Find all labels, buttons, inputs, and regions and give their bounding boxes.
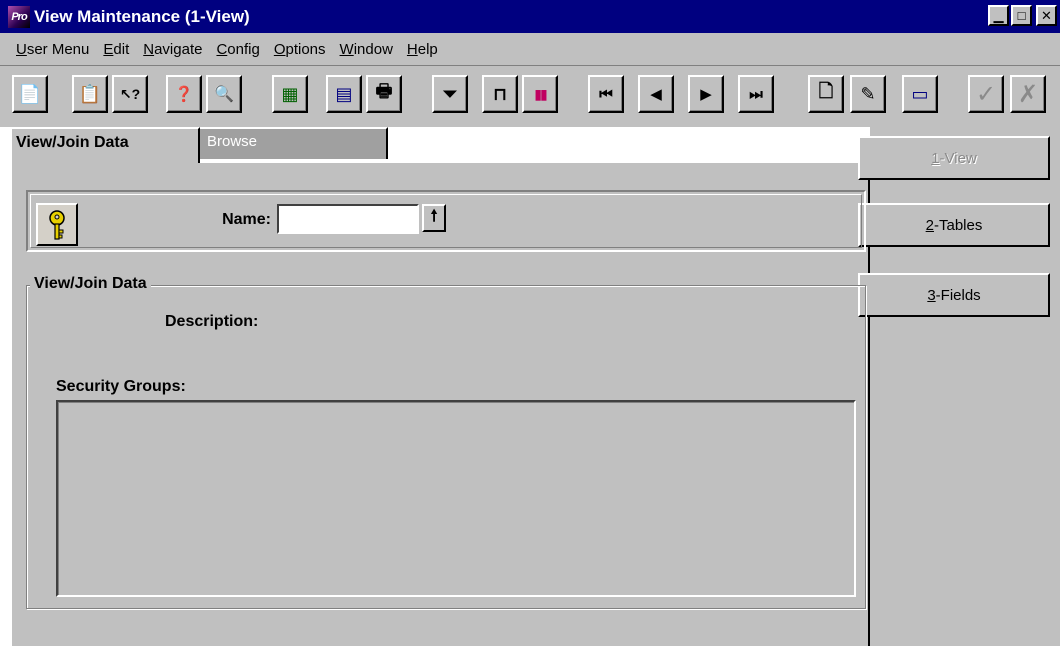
tables-step-label: 2-Tables [925,216,983,234]
menu-options[interactable]: Options [274,41,326,58]
name-lookup-button[interactable]: 🠕 [422,204,446,232]
print-icon: 🖶 [375,81,393,101]
menu-user-menu[interactable]: User Menu [16,41,89,58]
first-record-button[interactable]: ⏮ [588,75,624,113]
tab-browse[interactable]: Browse [198,127,388,159]
edit-record-icon: ✎ [860,83,876,104]
key-section [26,190,866,252]
report-button[interactable]: ⊓ [482,75,518,113]
new-record-icon: 🗋 [818,81,834,101]
help-pointer-button[interactable]: ↖? [112,75,148,113]
cancel-button[interactable]: ✗ [1010,75,1046,113]
save-check-icon: ✓ [975,80,997,108]
security-groups-list[interactable] [56,400,856,597]
key-icon [36,203,78,246]
spreadsheet-icon: ▦ [281,83,299,104]
close-button[interactable]: ✕ [1036,5,1057,26]
group-legend: View/Join Data [30,275,151,293]
paste-button[interactable]: 📋 [72,75,108,113]
cancel-icon: ✗ [1017,80,1039,108]
filter-button[interactable]: ⏷ [432,75,468,113]
fields-step-button[interactable]: 3-Fields [858,273,1050,317]
title-bar: Pro View Maintenance (1-View) [0,0,1060,33]
key-glyph [49,209,65,240]
view-step-button[interactable]: 1-View [858,136,1050,180]
previous-record-button[interactable]: ◀ [638,75,674,113]
context-help-button[interactable]: ❓ [166,75,202,113]
chart-button[interactable]: ▮▮ [522,75,558,113]
copy-icon: 📄 [18,83,42,104]
security-groups-label: Security Groups: [56,378,186,395]
next-record-button[interactable]: ▶ [688,75,724,113]
first-record-icon: ⏮ [599,85,613,103]
tab-view-join-data-label: View/Join Data [16,134,129,151]
menu-bar: User Menu Edit Navigate Config Options W… [0,33,1060,65]
calculator-button[interactable]: ▤ [326,75,362,113]
window-title: View Maintenance (1-View) [34,6,250,26]
help-pointer-icon: ↖? [119,85,141,102]
spellcheck-button[interactable]: 🔍 [206,75,242,113]
description-label: Description: [165,313,259,330]
new-record-button[interactable]: 🗋 [808,75,844,113]
edit-record-button[interactable]: ✎ [850,75,886,113]
save-check-button[interactable]: ✓ [968,75,1004,113]
minimize-button[interactable]: ▁ [988,5,1009,26]
up-arrow-icon: 🠕 [430,207,438,225]
name-label: Name: [222,211,271,228]
spreadsheet-button[interactable]: ▦ [272,75,308,113]
delete-record-button[interactable]: ▭ [902,75,938,113]
context-help-icon: ❓ [174,86,194,103]
spellcheck-icon: 🔍 [214,86,234,103]
filter-icon: ⏷ [442,83,458,104]
app-logo-icon: Pro [8,5,30,28]
paste-icon: 📋 [78,83,102,104]
tables-step-button[interactable]: 2-Tables [858,203,1050,247]
report-icon: ⊓ [492,83,508,104]
menu-config[interactable]: Config [216,41,259,58]
calculator-icon: ▤ [335,83,353,104]
menu-edit[interactable]: Edit [103,41,129,58]
print-button[interactable]: 🖶 [366,75,402,113]
copy-button[interactable]: 📄 [12,75,48,113]
name-input[interactable] [277,204,419,234]
maximize-button[interactable]: □ [1011,5,1032,26]
tab-browse-label: Browse [207,133,258,150]
menu-help[interactable]: Help [407,41,438,58]
fields-step-label: 3-Fields [927,286,981,304]
menu-window[interactable]: Window [340,41,393,58]
view-step-label: 1-View [931,149,977,167]
menu-navigate[interactable]: Navigate [143,41,202,58]
chart-icon: ▮▮ [534,85,547,102]
last-record-icon: ⏭ [749,85,763,103]
previous-record-icon: ◀ [650,86,662,103]
tab-view-join-data[interactable]: View/Join Data [10,127,200,163]
delete-record-icon: ▭ [911,83,929,104]
next-record-icon: ▶ [700,86,712,103]
last-record-button[interactable]: ⏭ [738,75,774,113]
toolbar: 📄 📋 ↖? ❓ 🔍 ▦ ▤ 🖶 ⏷ ⊓ ▮▮ ⏮ ◀ ▶ ⏭ 🗋 ✎ ▭ ✓ … [0,65,1060,127]
